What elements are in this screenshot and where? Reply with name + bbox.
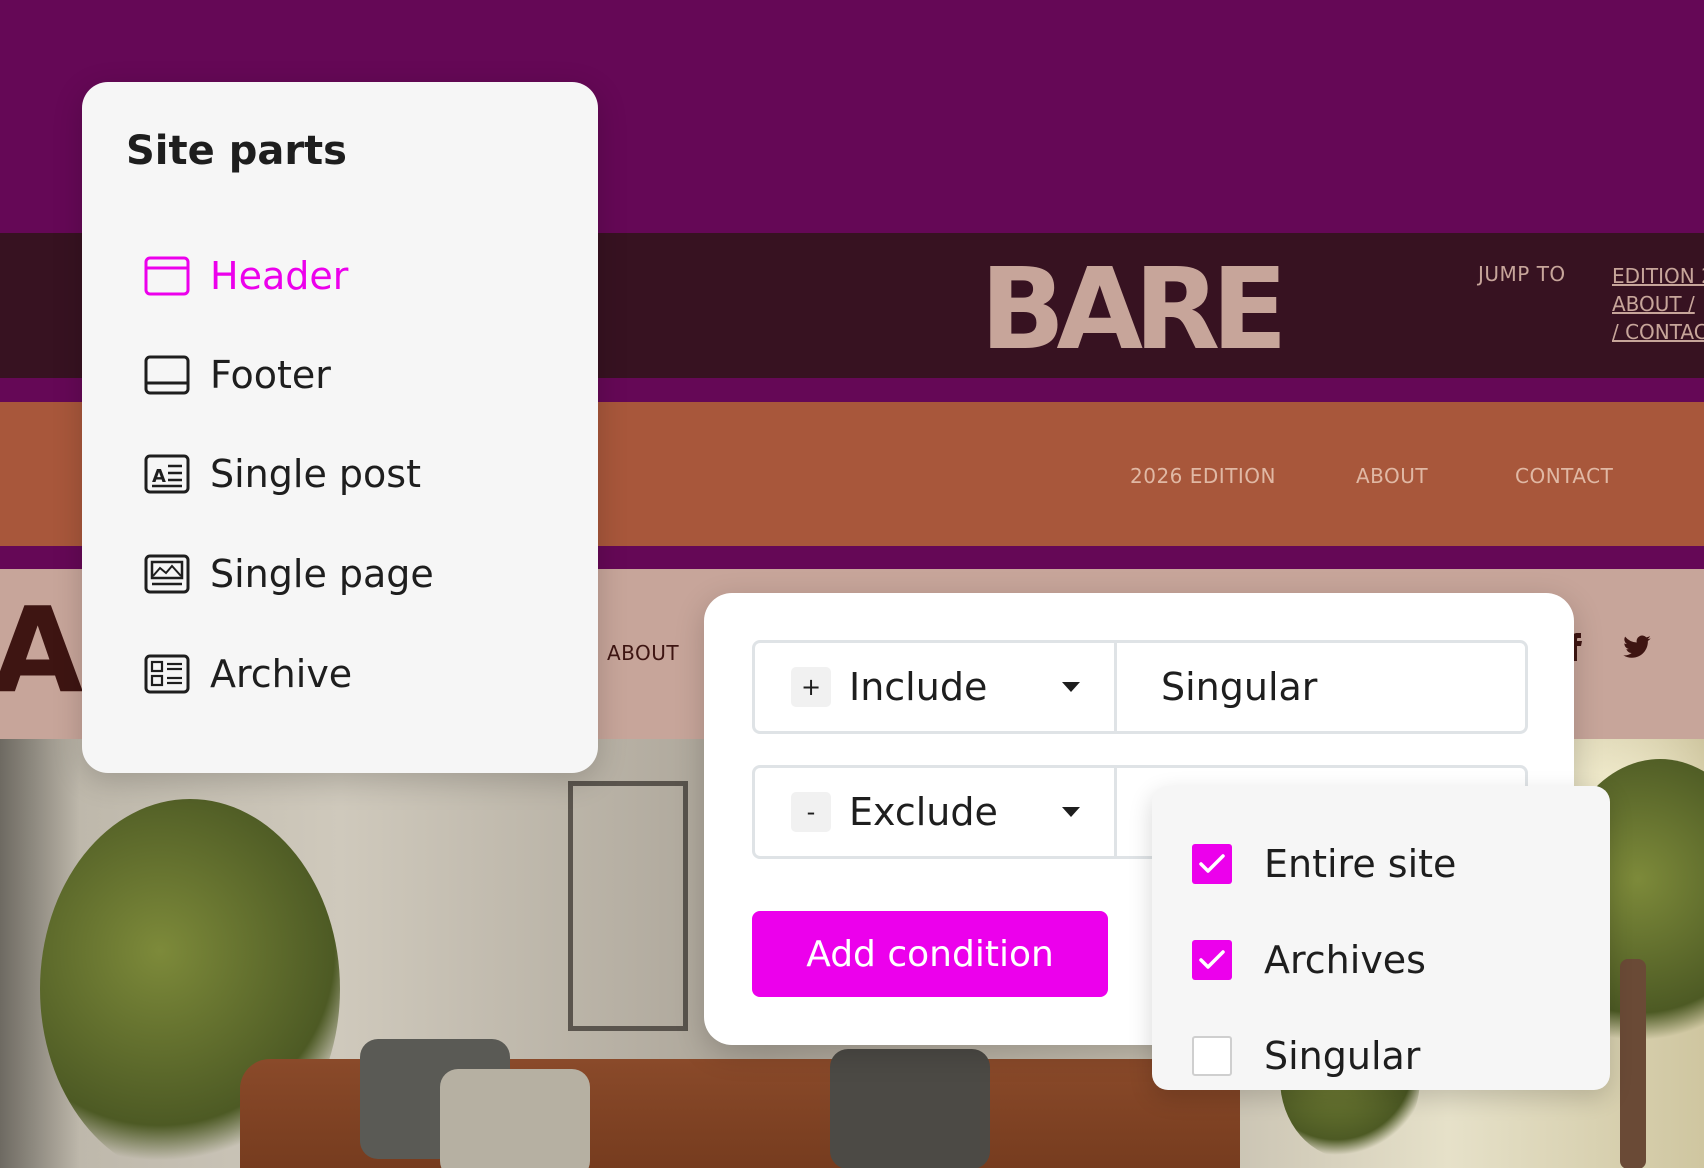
site-part-archive[interactable]: Archive [144, 644, 352, 704]
single-post-icon: A [144, 451, 190, 497]
condition-type-label: Include [849, 665, 988, 709]
jump-link-contact[interactable]: / CONTACT [1612, 318, 1704, 346]
condition-type-select[interactable]: + Include [755, 643, 1117, 731]
site-part-header[interactable]: Header [144, 246, 348, 306]
jump-links: EDITION 2 ABOUT / / CONTACT [1612, 262, 1704, 346]
checkbox-unchecked[interactable] [1192, 1036, 1232, 1076]
site-part-label: Single page [210, 552, 434, 596]
option-entire-site[interactable]: Entire site [1192, 842, 1456, 886]
option-label: Archives [1264, 938, 1426, 982]
site-parts-title: Site parts [126, 128, 347, 174]
condition-type-select[interactable]: - Exclude [755, 768, 1117, 856]
header-layout-icon [144, 253, 190, 299]
site-part-label: Single post [210, 452, 421, 496]
archive-icon [144, 651, 190, 697]
pillow [440, 1069, 590, 1168]
nav-link-edition[interactable]: 2026 EDITION [1130, 464, 1276, 488]
plus-icon: + [791, 667, 831, 707]
minus-icon: - [791, 792, 831, 832]
site-part-label: Archive [210, 652, 353, 696]
checkbox-checked[interactable] [1192, 844, 1232, 884]
svg-text:A: A [152, 466, 166, 487]
condition-value-select[interactable]: Singular [1117, 643, 1525, 731]
option-label: Entire site [1264, 842, 1457, 886]
site-logo: BARE [980, 245, 1288, 375]
condition-row: + Include Singular [752, 640, 1528, 734]
vase [1620, 959, 1646, 1168]
wall-frame [568, 781, 688, 1031]
option-archives[interactable]: Archives [1192, 938, 1426, 982]
site-parts-panel: Site parts Header Footer A Single post S… [82, 82, 598, 773]
chevron-down-icon [1062, 682, 1080, 692]
chevron-down-icon [1062, 807, 1080, 817]
site-part-label: Header [210, 254, 349, 298]
single-page-icon [144, 551, 190, 597]
option-label: Singular [1264, 1034, 1421, 1078]
twitter-icon[interactable] [1622, 632, 1652, 662]
site-part-single-page[interactable]: Single page [144, 544, 434, 604]
subnav-link-about[interactable]: ABOUT [607, 641, 679, 665]
site-part-single-post[interactable]: A Single post [144, 444, 421, 504]
condition-options-dropdown: Entire site Archives Singular [1152, 786, 1610, 1090]
add-condition-button[interactable]: Add condition [752, 911, 1108, 997]
site-part-label: Footer [210, 353, 331, 397]
jump-link-about[interactable]: ABOUT / [1612, 290, 1704, 318]
jump-link-edition[interactable]: EDITION 2 [1612, 262, 1704, 290]
checkbox-checked[interactable] [1192, 940, 1232, 980]
jump-to-label: JUMP TO [1478, 262, 1566, 286]
condition-type-label: Exclude [849, 790, 998, 834]
site-part-footer[interactable]: Footer [144, 345, 331, 405]
option-singular[interactable]: Singular [1192, 1034, 1420, 1078]
nav-link-contact[interactable]: CONTACT [1515, 464, 1613, 488]
pillow [830, 1049, 990, 1168]
footer-layout-icon [144, 352, 190, 398]
nav-link-about[interactable]: ABOUT [1356, 464, 1428, 488]
